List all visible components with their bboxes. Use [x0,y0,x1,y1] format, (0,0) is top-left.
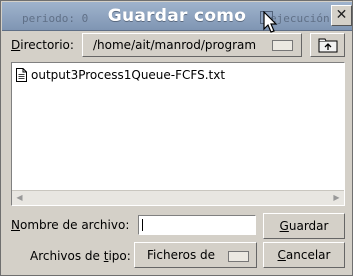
filetype-label-prefix: Archivos de [30,249,104,263]
parent-directory-button[interactable] [310,33,345,57]
horizontal-scrollbar[interactable]: ◀ ▶ [12,190,344,205]
directory-label-mnemonic: D [11,38,21,52]
directory-dropdown[interactable]: /home/ait/manrod/program [82,33,302,57]
dropdown-indicator-icon [272,40,293,51]
save-label: uardar [288,219,329,233]
directory-label: Directorio: [11,38,74,52]
filename-label: Nombre de archivo: [11,218,129,232]
file-list[interactable]: output3Process1Queue-FCFS.txt ◀ ▶ [11,62,345,206]
directory-path: /home/ait/manrod/program [93,38,257,52]
text-file-icon [16,68,27,82]
dropdown-indicator-icon [228,251,249,262]
file-list-item[interactable]: output3Process1Queue-FCFS.txt [16,67,225,83]
filetype-selected: Ficheros de [147,248,216,262]
save-button[interactable]: Guardar [263,213,345,239]
folder-up-icon [318,38,338,53]
filename-label-text: ombre de archivo: [19,218,130,232]
cancel-mnemonic: C [277,248,286,262]
filetype-dropdown[interactable]: Ficheros de [134,242,257,268]
filetype-label: Archivos de tipo: [30,249,131,263]
file-name: output3Process1Queue-FCFS.txt [31,68,226,82]
filetype-label-suffix: ipo: [108,249,131,263]
scroll-right-icon[interactable]: ▶ [330,192,343,204]
scroll-left-icon[interactable]: ◀ [13,192,26,204]
cancel-label: ancelar [285,248,331,262]
save-mnemonic: G [279,219,289,233]
filename-input[interactable] [138,215,256,235]
mouse-pointer-icon [263,11,278,33]
save-as-dialog: periodo: 0 ejecución Guardar como ✕ Dire… [0,0,353,276]
close-button[interactable]: ✕ [331,5,352,26]
text-caret [142,219,143,231]
title-bar[interactable]: periodo: 0 ejecución Guardar como ✕ [2,2,352,31]
dialog-title: Guardar como [107,6,247,26]
close-icon: ✕ [335,7,348,23]
file-list-content: output3Process1Queue-FCFS.txt [12,63,344,190]
cancel-button[interactable]: Cancelar [263,242,345,268]
directory-label-text: irectorio: [20,38,74,52]
filename-label-mnemonic: N [11,218,20,232]
